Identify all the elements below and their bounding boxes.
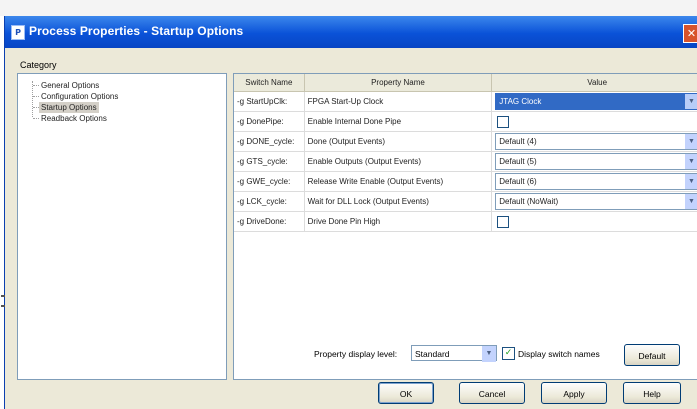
- switch-cell: -g DriveDone:: [234, 211, 305, 232]
- property-cell: Done (Output Events): [304, 131, 493, 152]
- switch-cell: -g LCK_cycle:: [234, 191, 305, 212]
- table-row[interactable]: -g GWE_cycle: Release Write Enable (Outp…: [234, 171, 697, 192]
- property-name-header[interactable]: Property Name: [304, 74, 493, 92]
- select-value: Default (5): [499, 157, 537, 166]
- apply-button[interactable]: Apply: [541, 382, 607, 404]
- help-button[interactable]: Help: [623, 382, 681, 404]
- property-cell: Enable Internal Done Pipe: [304, 111, 493, 132]
- startupclk-value-select[interactable]: JTAG Clock ▼: [495, 93, 697, 110]
- ok-button[interactable]: OK: [378, 382, 434, 404]
- select-value: Default (4): [499, 137, 537, 146]
- gts-cycle-select[interactable]: Default (5) ▼: [495, 153, 697, 170]
- table-row[interactable]: -g DriveDone: Drive Done Pin High: [234, 211, 697, 232]
- close-button[interactable]: ✕: [683, 24, 697, 43]
- tree-item-configuration-options[interactable]: Configuration Options: [39, 91, 120, 102]
- process-properties-dialog: P Process Properties - Startup Options ✕…: [4, 16, 697, 409]
- select-value: Default (6): [499, 177, 537, 186]
- table-row[interactable]: -g StartUpClk: FPGA Start-Up Clock JTAG …: [234, 91, 697, 112]
- donepipe-checkbox[interactable]: [497, 115, 510, 128]
- table-row[interactable]: -g DONE_cycle: Done (Output Events) Defa…: [234, 131, 697, 152]
- switch-name-header[interactable]: Switch Name: [234, 74, 305, 92]
- display-switch-names-checkbox[interactable]: ✓: [502, 347, 515, 360]
- table-row[interactable]: -g DonePipe: Enable Internal Done Pipe: [234, 111, 697, 132]
- property-display-level-select[interactable]: Standard ▼: [411, 345, 497, 362]
- chevron-down-icon[interactable]: ▼: [685, 134, 697, 149]
- background-strip: [0, 0, 697, 16]
- property-cell: Drive Done Pin High: [304, 211, 493, 232]
- property-cell: FPGA Start-Up Clock: [304, 91, 493, 112]
- chevron-down-icon[interactable]: ▼: [685, 194, 697, 209]
- chevron-down-icon[interactable]: ▼: [685, 174, 697, 189]
- switch-cell: -g StartUpClk:: [234, 91, 305, 112]
- title-bar[interactable]: P Process Properties - Startup Options ✕: [5, 16, 697, 48]
- property-cell: Enable Outputs (Output Events): [304, 151, 493, 172]
- category-label: Category: [20, 60, 57, 70]
- chevron-down-icon[interactable]: ▼: [685, 154, 697, 169]
- properties-grid: Switch Name Property Name Value -g Start…: [233, 73, 697, 380]
- property-cell: Release Write Enable (Output Events): [304, 171, 493, 192]
- window-title: Process Properties - Startup Options: [29, 24, 244, 38]
- table-row[interactable]: -g LCK_cycle: Wait for DLL Lock (Output …: [234, 191, 697, 212]
- chevron-down-icon[interactable]: ▼: [482, 346, 496, 362]
- default-button[interactable]: Default: [624, 344, 680, 366]
- app-icon: P: [11, 25, 25, 40]
- property-display-level-label: Property display level:: [314, 349, 398, 359]
- switch-cell: -g GWE_cycle:: [234, 171, 305, 192]
- tree-item-general-options[interactable]: General Options: [39, 80, 101, 91]
- property-cell: Wait for DLL Lock (Output Events): [304, 191, 493, 212]
- edge-mark: [1, 295, 5, 297]
- switch-cell: -g DonePipe:: [234, 111, 305, 132]
- done-cycle-select[interactable]: Default (4) ▼: [495, 133, 697, 150]
- display-switch-names-label: Display switch names: [518, 349, 600, 359]
- select-value: Standard: [415, 349, 450, 359]
- tree-item-startup-options[interactable]: Startup Options: [39, 102, 99, 113]
- gwe-cycle-select[interactable]: Default (6) ▼: [495, 173, 697, 190]
- table-row[interactable]: -g GTS_cycle: Enable Outputs (Output Eve…: [234, 151, 697, 172]
- category-tree[interactable]: General Options Configuration Options St…: [17, 73, 227, 380]
- select-value: Default (NoWait): [499, 197, 559, 206]
- lck-cycle-select[interactable]: Default (NoWait) ▼: [495, 193, 697, 210]
- switch-cell: -g DONE_cycle:: [234, 131, 305, 152]
- select-value: JTAG Clock: [499, 97, 542, 106]
- cancel-button[interactable]: Cancel: [459, 382, 525, 404]
- switch-cell: -g GTS_cycle:: [234, 151, 305, 172]
- value-header[interactable]: Value: [491, 74, 697, 92]
- chevron-down-icon[interactable]: ▼: [685, 94, 697, 109]
- drivedone-checkbox[interactable]: [497, 215, 510, 228]
- edge-mark: [1, 305, 5, 307]
- tree-item-readback-options[interactable]: Readback Options: [39, 113, 109, 124]
